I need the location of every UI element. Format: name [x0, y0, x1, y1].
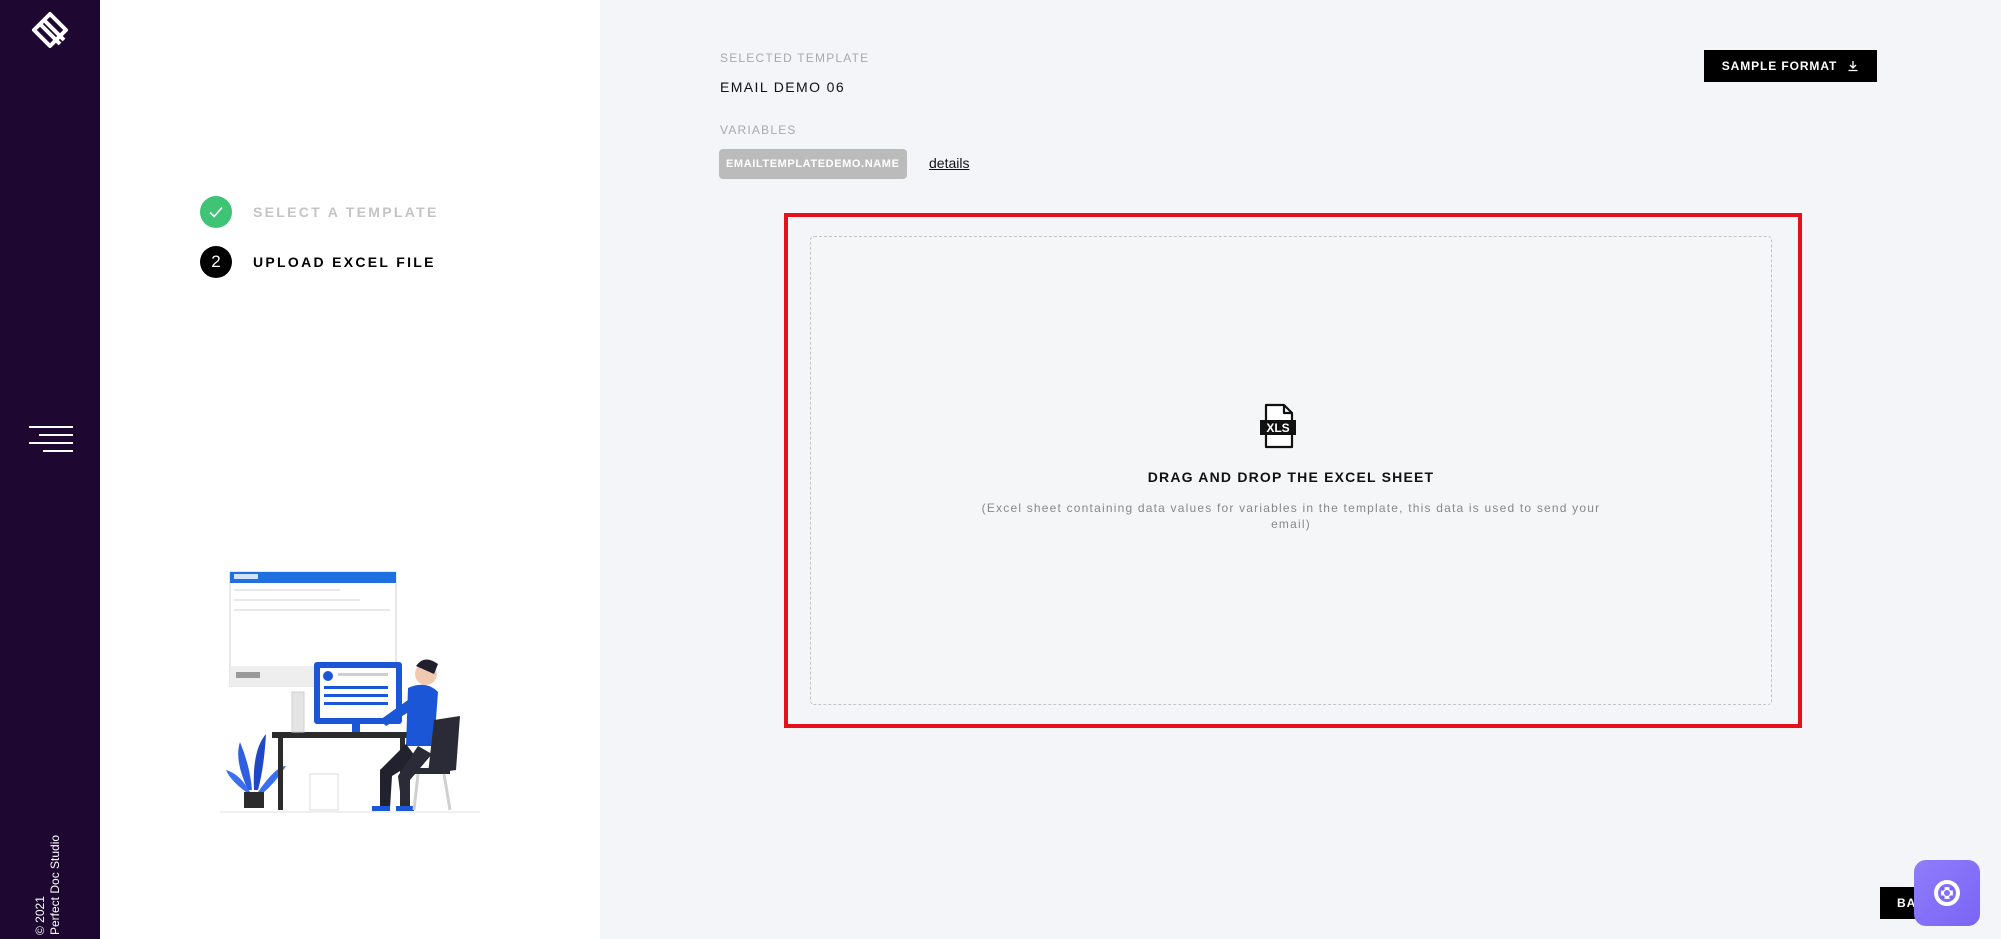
person-at-computer-illustration: [220, 571, 480, 813]
copyright-year: © 2021: [33, 896, 47, 935]
step-number-badge: 2: [200, 246, 232, 278]
copyright-text: © 2021 Perfect Doc Studio: [33, 825, 63, 935]
selected-template-name: EMAIL DEMO 06: [720, 79, 846, 95]
download-icon: [1848, 61, 1858, 72]
copyright-company: Perfect Doc Studio: [48, 834, 62, 935]
lifebuoy-help-icon[interactable]: [1914, 860, 1980, 926]
selected-template-caption: SELECTED TEMPLATE: [720, 51, 870, 65]
variable-chip: EMAILTEMPLATEDEMO.NAME: [719, 149, 907, 179]
main-content: SELECTED TEMPLATE EMAIL DEMO 06 VARIABLE…: [600, 0, 2001, 939]
app-sidebar: © 2021 Perfect Doc Studio: [0, 0, 100, 939]
hamburger-menu-icon[interactable]: [29, 426, 73, 452]
step-select-template[interactable]: SELECT A TEMPLATE: [200, 196, 439, 228]
excel-dropzone[interactable]: XLS DRAG AND DROP THE EXCEL SHEET (Excel…: [810, 236, 1772, 705]
step-upload-excel[interactable]: 2 UPLOAD EXCEL FILE: [200, 246, 436, 278]
xls-file-icon: XLS: [1260, 403, 1296, 449]
dropzone-title: DRAG AND DROP THE EXCEL SHEET: [1147, 469, 1435, 485]
svg-text:XLS: XLS: [1266, 421, 1289, 435]
dropzone-subtitle: (Excel sheet containing data values for …: [981, 501, 1601, 531]
variables-caption: VARIABLES: [720, 123, 797, 137]
sample-format-button[interactable]: SAMPLE FORMAT: [1704, 50, 1877, 82]
perfect-doc-studio-logo[interactable]: [26, 10, 74, 58]
step-label: UPLOAD EXCEL FILE: [253, 254, 436, 270]
sample-format-label: SAMPLE FORMAT: [1721, 59, 1838, 73]
details-link[interactable]: details: [929, 155, 969, 171]
steps-panel: SELECT A TEMPLATE 2 UPLOAD EXCEL FILE: [100, 0, 600, 939]
check-icon: [200, 196, 232, 228]
step-label: SELECT A TEMPLATE: [253, 204, 439, 220]
